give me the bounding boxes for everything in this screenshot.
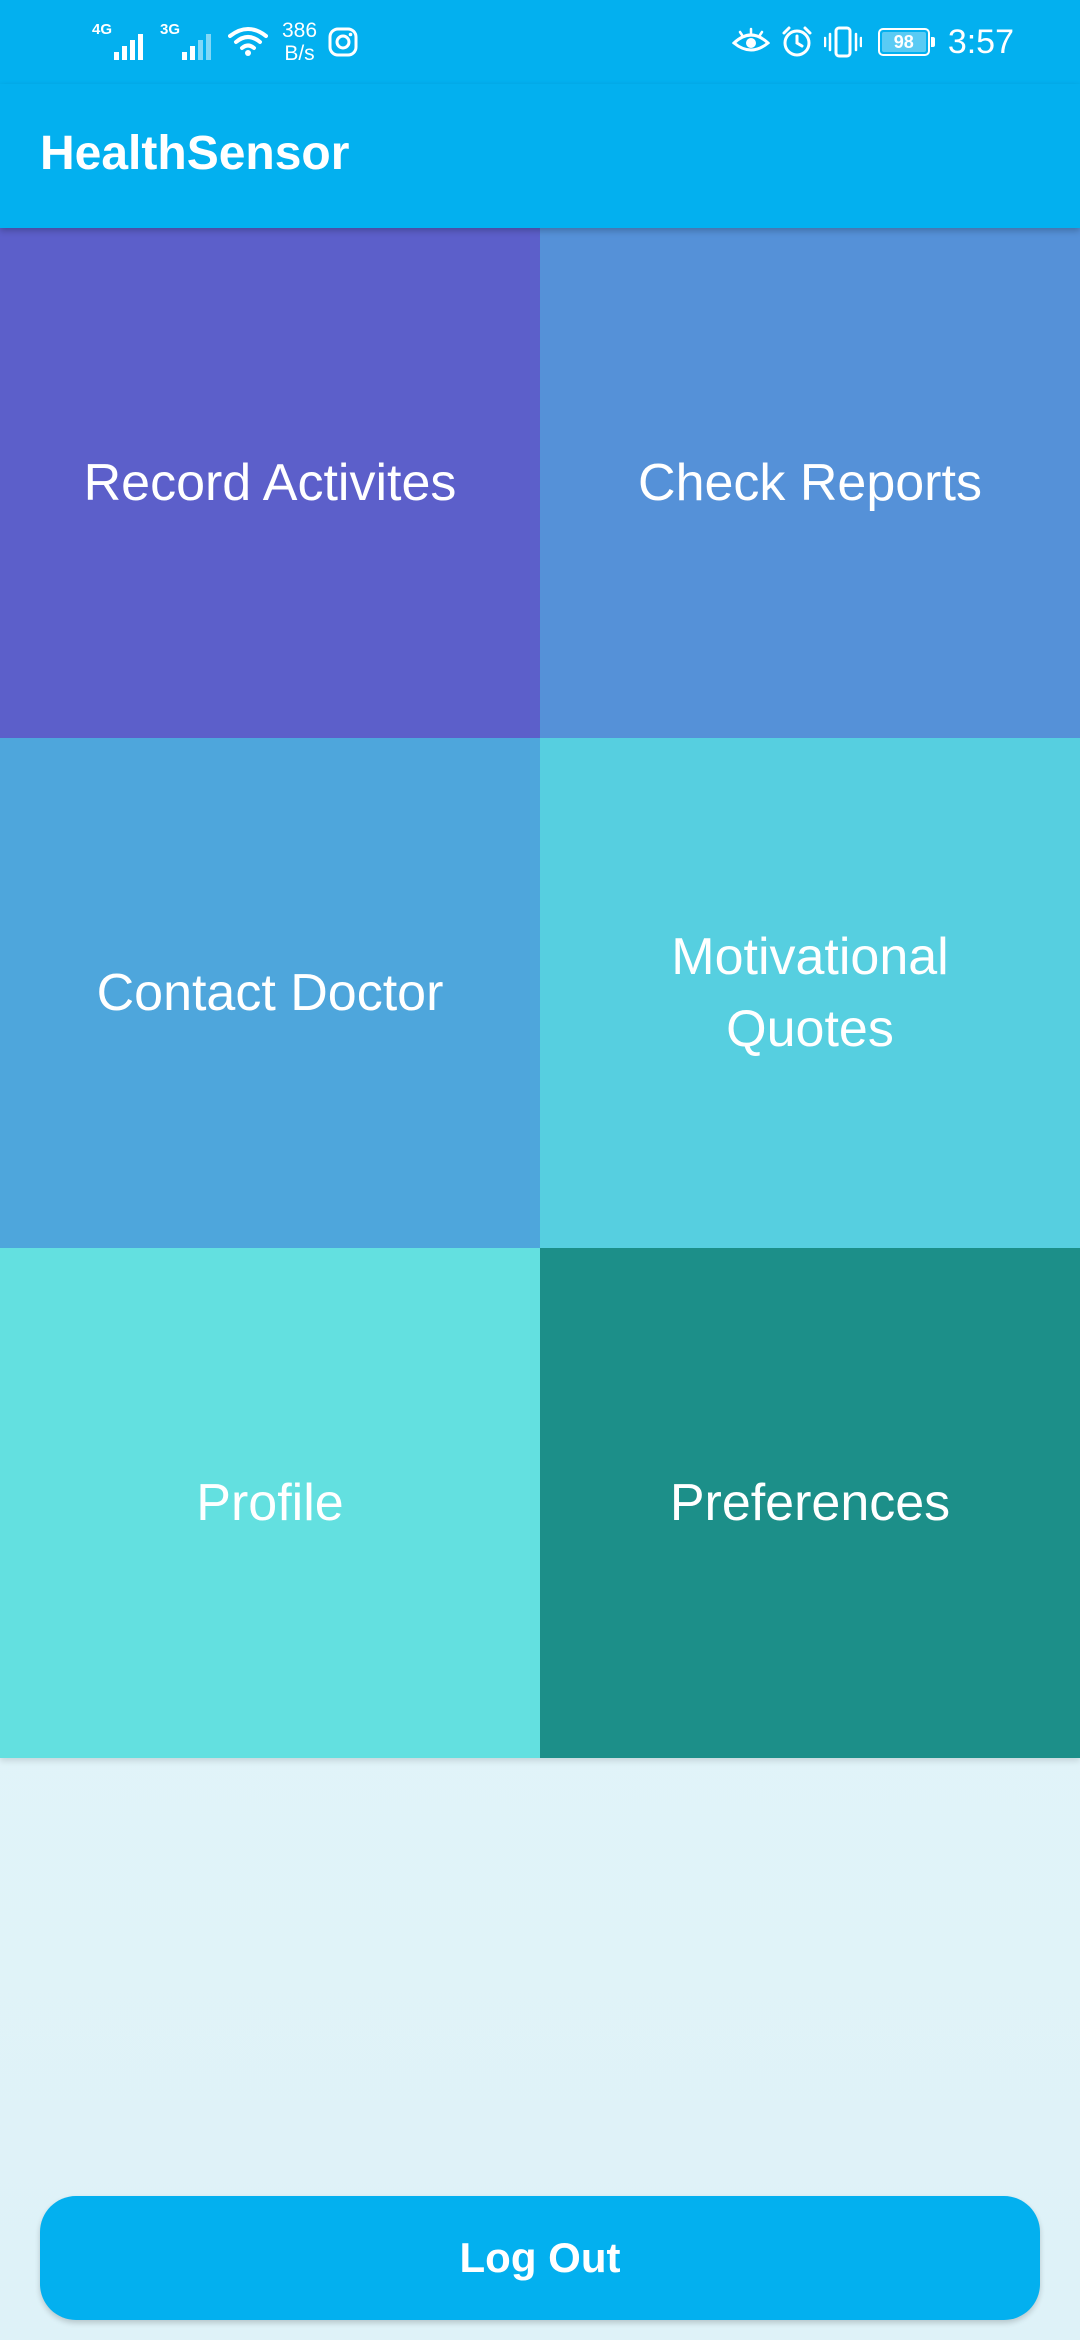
network-type-2: 3G: [160, 21, 181, 38]
signal-icon: [182, 34, 211, 60]
signal-indicator-1: 4G: [92, 22, 150, 62]
battery-level: 98: [893, 31, 914, 52]
logout-label: Log Out: [459, 2234, 621, 2281]
wifi-icon: [228, 27, 268, 56]
battery-icon: 98: [877, 28, 935, 56]
data-speed-unit: B/s: [284, 42, 315, 65]
app-bar: HealthSensor: [0, 84, 1080, 228]
check-reports-tile[interactable]: Check Reports: [540, 228, 1080, 738]
tile-label: Check Reports: [638, 454, 982, 512]
status-left-group: 4G 3G 386 B/s: [92, 14, 359, 70]
preferences-tile[interactable]: Preferences: [540, 1248, 1080, 1758]
tile-label: Profile: [196, 1474, 344, 1532]
logout-button[interactable]: Log Out: [40, 2196, 1040, 2320]
menu-grid: Record Activites Check Reports Contact D…: [0, 228, 1080, 1758]
data-speed: 386 B/s: [282, 19, 317, 65]
contact-doctor-tile[interactable]: Contact Doctor: [0, 738, 540, 1248]
signal-icon: [114, 34, 143, 60]
tile-label: Motivational Quotes: [671, 928, 949, 1058]
record-activities-tile[interactable]: Record Activites: [0, 228, 540, 738]
alarm-icon: [782, 26, 812, 57]
tile-label: Record Activites: [83, 454, 457, 512]
status-time: 3:57: [947, 22, 1014, 61]
tile-label: Preferences: [669, 1474, 951, 1532]
app-title: HealthSensor: [40, 127, 350, 180]
instagram-icon: [328, 27, 358, 57]
motivational-quotes-tile[interactable]: Motivational Quotes: [540, 738, 1080, 1248]
eye-comfort-icon: [731, 27, 770, 52]
vibrate-icon: [823, 26, 862, 58]
tile-label: Contact Doctor: [96, 964, 444, 1022]
signal-indicator-2: 3G: [160, 22, 218, 62]
data-speed-value: 386: [282, 19, 318, 42]
network-type-1: 4G: [92, 21, 113, 38]
profile-tile[interactable]: Profile: [0, 1248, 540, 1758]
status-bar: 4G 3G 386 B/s 98 3:57: [0, 0, 1080, 84]
status-right-group: 98 3:57: [731, 14, 1014, 70]
